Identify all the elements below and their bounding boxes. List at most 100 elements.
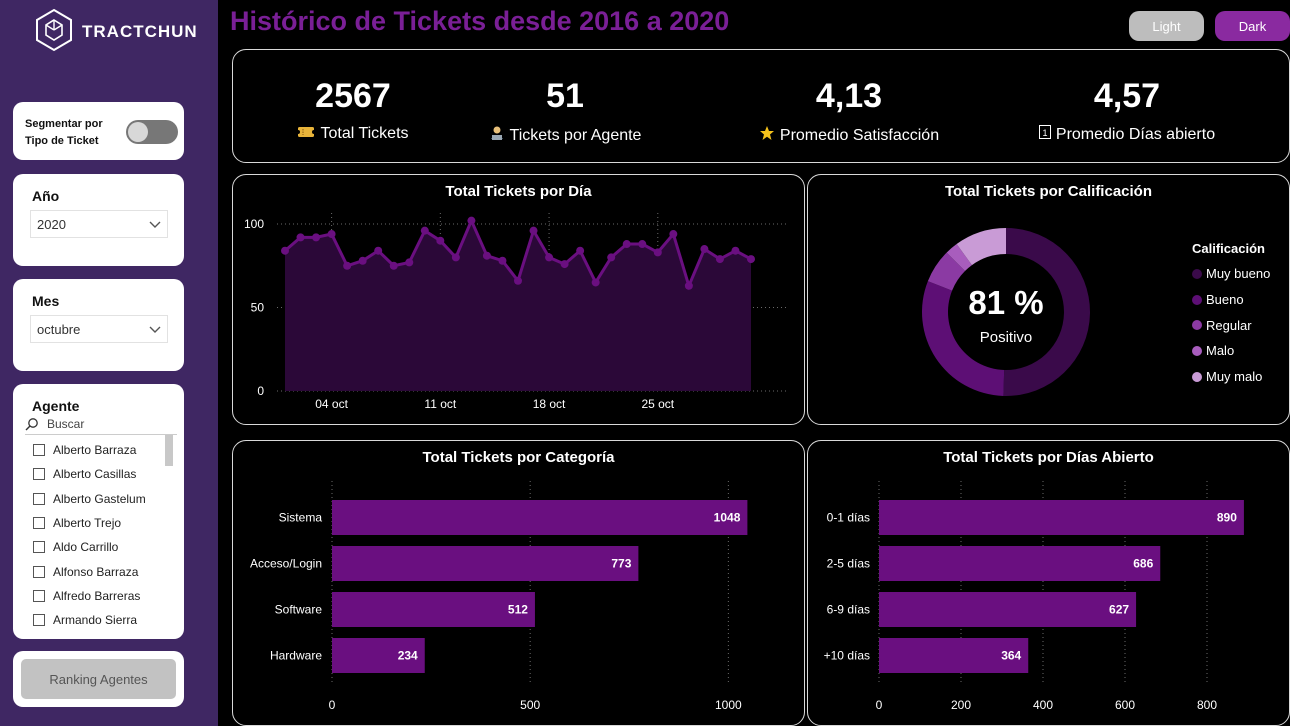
- bar-value-label: 686: [1133, 557, 1153, 571]
- legend-item[interactable]: Muy bueno: [1192, 261, 1270, 287]
- data-point[interactable]: [451, 253, 460, 262]
- bar[interactable]: [332, 546, 639, 581]
- data-point[interactable]: [312, 233, 321, 242]
- search-placeholder: Buscar: [47, 417, 85, 431]
- area-fill: [285, 220, 751, 391]
- data-point[interactable]: [296, 233, 305, 242]
- data-point[interactable]: [358, 256, 367, 265]
- category-label: Hardware: [270, 649, 322, 663]
- data-point[interactable]: [374, 246, 383, 255]
- category-label: Sistema: [279, 511, 323, 525]
- legend-item[interactable]: Malo: [1192, 338, 1270, 364]
- agent-list-item[interactable]: Alberto Gastelum: [33, 487, 146, 511]
- agent-list-item[interactable]: Armando Sierra: [33, 608, 146, 632]
- legend-item[interactable]: Regular: [1192, 312, 1270, 338]
- kpi-label-text: Promedio Satisfacción: [779, 126, 940, 144]
- dark-theme-button[interactable]: Dark: [1215, 11, 1290, 41]
- bar[interactable]: [879, 546, 1161, 581]
- data-point[interactable]: [545, 253, 554, 262]
- legend-label: Regular: [1206, 317, 1252, 333]
- agent-list-item[interactable]: Alberto Casillas: [33, 462, 146, 486]
- bar[interactable]: [879, 500, 1244, 535]
- bar-value-label: 627: [1109, 603, 1129, 617]
- year-filter-card: Año 2020: [13, 174, 184, 266]
- x-tick-label: 0: [876, 698, 883, 712]
- agent-list-scrollbar[interactable]: [165, 435, 173, 466]
- kpi-label: Total Tickets: [253, 125, 453, 143]
- legend-label: Muy malo: [1206, 369, 1263, 385]
- bar[interactable]: [332, 592, 535, 627]
- data-point[interactable]: [653, 248, 662, 257]
- kpi-label-text: Promedio Días abierto: [1055, 125, 1216, 143]
- bar-value-label: 512: [508, 603, 528, 617]
- light-theme-button[interactable]: Light: [1129, 11, 1204, 41]
- data-point[interactable]: [731, 246, 740, 255]
- kpi-avg-satisfaction: 4,13 Promedio Satisfacción: [739, 50, 959, 146]
- legend-item[interactable]: Bueno: [1192, 287, 1270, 313]
- bar-value-label: 1048: [714, 511, 741, 525]
- bar[interactable]: [332, 500, 748, 535]
- bar[interactable]: [879, 592, 1137, 627]
- data-point[interactable]: [467, 216, 476, 225]
- kpi-value: 4,13: [815, 77, 883, 115]
- agent-name: Alberto Barraza: [53, 443, 137, 458]
- y-tick-label: 100: [244, 217, 264, 231]
- toggle-label: Segmentar por Tipo de Ticket: [25, 116, 103, 150]
- agent-list-item[interactable]: Alberto Trejo: [33, 511, 146, 535]
- data-point[interactable]: [389, 261, 398, 270]
- agent-checkbox[interactable]: [33, 444, 45, 457]
- bar-value-label: 364: [1001, 649, 1021, 663]
- toggle-knob: [128, 122, 148, 142]
- data-point[interactable]: [281, 246, 289, 255]
- agent-checkbox[interactable]: [33, 541, 45, 554]
- data-point[interactable]: [591, 278, 600, 287]
- data-point[interactable]: [684, 281, 693, 290]
- ticket-type-toggle[interactable]: [126, 120, 178, 144]
- year-dropdown-value: 2020: [37, 216, 66, 232]
- data-point[interactable]: [436, 236, 445, 245]
- month-dropdown[interactable]: octubre: [30, 315, 168, 343]
- month-dropdown-value: octubre: [37, 321, 81, 337]
- data-point[interactable]: [607, 253, 616, 262]
- data-point[interactable]: [747, 255, 755, 264]
- agent-checkbox[interactable]: [33, 517, 45, 530]
- data-point[interactable]: [560, 260, 569, 269]
- legend-item[interactable]: Muy malo: [1192, 364, 1270, 390]
- data-point[interactable]: [514, 276, 522, 285]
- data-point[interactable]: [482, 251, 491, 260]
- data-point[interactable]: [715, 255, 724, 264]
- agent-search-input[interactable]: Buscar: [25, 417, 84, 431]
- toggle-label-line2: Tipo de Ticket: [25, 135, 99, 147]
- data-point[interactable]: [343, 261, 352, 270]
- agent-list-item[interactable]: Alberto Barraza: [33, 438, 146, 462]
- category-label: 2-5 días: [827, 557, 870, 571]
- legend-swatch: [1192, 345, 1202, 356]
- data-point[interactable]: [669, 230, 678, 239]
- agent-checkbox[interactable]: [33, 468, 45, 481]
- data-point[interactable]: [498, 256, 507, 265]
- agent-list-item[interactable]: Alfredo Barreras: [33, 584, 146, 608]
- legend-swatch: [1192, 268, 1202, 279]
- ranking-agents-button[interactable]: Ranking Agentes: [21, 659, 176, 699]
- data-point[interactable]: [327, 230, 336, 239]
- category-label: Acceso/Login: [250, 557, 322, 571]
- data-point[interactable]: [420, 226, 429, 235]
- data-point[interactable]: [638, 240, 647, 249]
- legend-items: Muy bueno Bueno Regular Malo Muy malo: [1192, 261, 1270, 389]
- agent-checkbox[interactable]: [33, 492, 45, 505]
- donut-center-label: Positivo: [980, 329, 1033, 346]
- data-point[interactable]: [700, 245, 709, 254]
- data-point[interactable]: [622, 240, 631, 249]
- agent-checkbox[interactable]: [33, 614, 45, 627]
- agent-checkbox[interactable]: [33, 565, 45, 578]
- data-point[interactable]: [576, 246, 585, 255]
- agent-name: Aldo Carrillo: [53, 540, 119, 555]
- agent-name: Alfonso Barraza: [53, 564, 139, 579]
- agent-list-item[interactable]: Aldo Carrillo: [33, 535, 146, 559]
- agent-list-item[interactable]: Alfonso Barraza: [33, 559, 146, 583]
- x-tick-label: 600: [1115, 698, 1135, 712]
- data-point[interactable]: [405, 258, 414, 267]
- data-point[interactable]: [529, 226, 538, 235]
- year-dropdown[interactable]: 2020: [30, 210, 168, 238]
- agent-checkbox[interactable]: [33, 589, 45, 602]
